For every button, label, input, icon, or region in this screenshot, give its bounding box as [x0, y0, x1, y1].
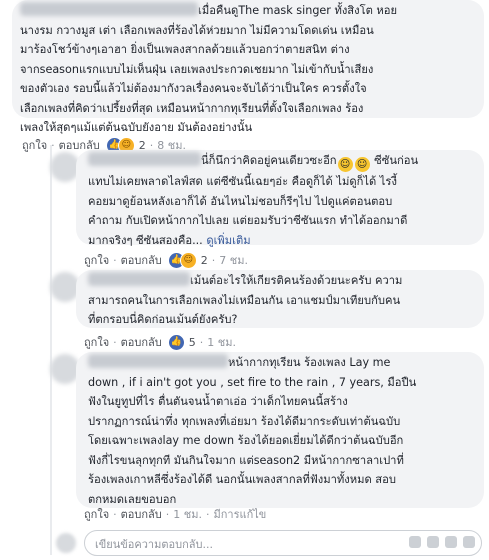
input-icons: [409, 536, 475, 548]
comment-line: สามารถคนในการเลือกเพลงไม่เหมือนกัน เอาแช…: [88, 293, 401, 307]
reply-button[interactable]: ตอบกลับ: [121, 333, 162, 351]
comment-text: ซีซันก่อน: [370, 154, 419, 167]
comment-text: นี่ก็นึกว่าคิดอยู่คนเดียวซะอีก: [201, 154, 337, 167]
laughing-emoji-icon: ☺: [337, 157, 353, 172]
comment-actions: ถูกใจ · ตอบกลับ 👍 5 · 1 ชม.: [84, 333, 236, 351]
emoji-picker-icon[interactable]: [409, 536, 421, 548]
comment-text: เมื่อคืนดูThe mask singer ทั้งสิงโต หอย: [198, 4, 398, 17]
comment-bubble: นี่ก็นึกว่าคิดอยู่คนเดียวซะอีก ☺ ☺ ซีซันก่…: [76, 150, 484, 247]
comment-line: แทบไม่เคยพลาดไลฟ์สด แต่ซีซันนี้เฉยๆอ่ะ ค…: [88, 175, 397, 188]
comment-line: เลือกเพลงที่คิดว่าเปรี้ยงที่สุด เหมือนหน…: [20, 101, 364, 115]
comment-line: ปรากฏการณ์น่าทึ่ง ทุกเพลงที่เอ่ยมา ร้องไ…: [88, 414, 401, 428]
avatar: [56, 533, 76, 553]
haha-icon: ☺: [179, 251, 197, 269]
thread-line: [50, 145, 52, 555]
comment-bubble: หน้ากากทุเรียน ร้องเพลง Lay me down , if…: [76, 352, 484, 508]
comment-line: เพลงให้สุดๆแม้แต่ต้นฉบับยังอาย มันต้องอย…: [20, 121, 253, 134]
timestamp[interactable]: 1 ชม.: [173, 505, 202, 523]
like-button[interactable]: ถูกใจ: [84, 333, 109, 351]
comment-bubble: เม้นต์อะไรให้เกียรติคนร้องด้วยนะครับ ควา…: [76, 270, 484, 328]
camera-icon[interactable]: [427, 536, 439, 548]
see-more-link[interactable]: ดูเพิ่มเติม: [206, 234, 250, 247]
reaction-count: 5: [188, 335, 196, 349]
redacted-author-name: [20, 2, 198, 16]
comment-line: ฟังในยูทูปที่ไร ตื่นตันจนน้ำตาเอ่อ ว่าเด…: [88, 395, 348, 408]
comment-text: หน้ากากทุเรียน ร้องเพลง Lay me: [228, 356, 391, 369]
redacted-author-name: [88, 354, 228, 368]
timestamp[interactable]: 1 ชม.: [207, 333, 236, 351]
gif-icon[interactable]: [445, 536, 457, 548]
redacted-author-name: [88, 152, 201, 166]
comment-line: จากseasonแรกแบบไม่เห็นฝุ่น เลยเพลงประกวด…: [20, 62, 374, 76]
laughing-emoji-icon: ☺: [354, 157, 370, 172]
comment-line: คอยมาดูย้อนหลังเอาก็ได้ อันไหนไม่ชอบก็รี…: [88, 194, 393, 208]
thumbs-up-icon: 👍: [167, 333, 185, 351]
sticker-icon[interactable]: [463, 536, 475, 548]
like-button[interactable]: ถูกใจ: [22, 136, 47, 154]
like-button[interactable]: ถูกใจ: [84, 251, 109, 269]
edited-label[interactable]: มีการแก้ไข: [213, 505, 266, 523]
comment-line: มาร้องโชว์ข้างๆเอาฮา ยิ่งเป็นเพลงสากลด้ว…: [20, 43, 350, 56]
like-button[interactable]: ถูกใจ: [84, 505, 109, 523]
comment-line: ที่ตกรอบนี่คิดก่อนเม้นต์ยังครับ?: [88, 313, 238, 326]
comment-line: down , if i ain't got you , set fire to …: [88, 375, 417, 389]
reply-input-placeholder: เขียนข้อความตอบกลับ...: [95, 538, 213, 551]
comment-line: โดยเฉพาะเพลงlay me down ร้องได้ยอดเยี่ยม…: [88, 434, 404, 447]
reply-button[interactable]: ตอบกลับ: [121, 251, 162, 269]
comment-line: ของตัวเอง รอบนี้แล้วไม่ต้องมากังวลเรื่อง…: [20, 82, 367, 95]
reply-button[interactable]: ตอบกลับ: [121, 505, 162, 523]
redacted-author-name: [88, 272, 190, 286]
reaction-count: 2: [200, 253, 208, 267]
comment-actions: ถูกใจ · ตอบกลับ · 1 ชม. · มีการแก้ไข: [84, 505, 266, 523]
comment-actions: ถูกใจ · ตอบกลับ 👍 ☺ 2 · 7 ชม.: [84, 251, 248, 269]
comment-bubble: เมื่อคืนดูThe mask singer ทั้งสิงโต หอย …: [12, 0, 484, 134]
reactions[interactable]: 👍: [167, 333, 185, 351]
timestamp[interactable]: 7 ชม.: [219, 251, 248, 269]
comment-line: คำถาม กับเปิดหน้ากากไปเลย แต่ยอมรับว่าซี…: [88, 214, 408, 227]
reactions[interactable]: 👍 ☺: [167, 251, 197, 269]
comment-line: ฟังกี่ไรขนลุกทุกที มันกินใจมาก แต่season…: [88, 453, 404, 467]
comment-line: มากจริงๆ ซีซันสองคือ...: [88, 233, 203, 247]
comment-line: ร้องเพลงเกาหลีซึ่งร้องได้ดี นอกนั้นเพลงส…: [88, 473, 396, 486]
comment-text: เม้นต์อะไรให้เกียรติคนร้องด้วยนะครับ ควา…: [190, 274, 403, 287]
comment-line: นางรม กวางมูส เต่า เลือกเพลงที่ร้องได้ห่…: [20, 23, 374, 37]
